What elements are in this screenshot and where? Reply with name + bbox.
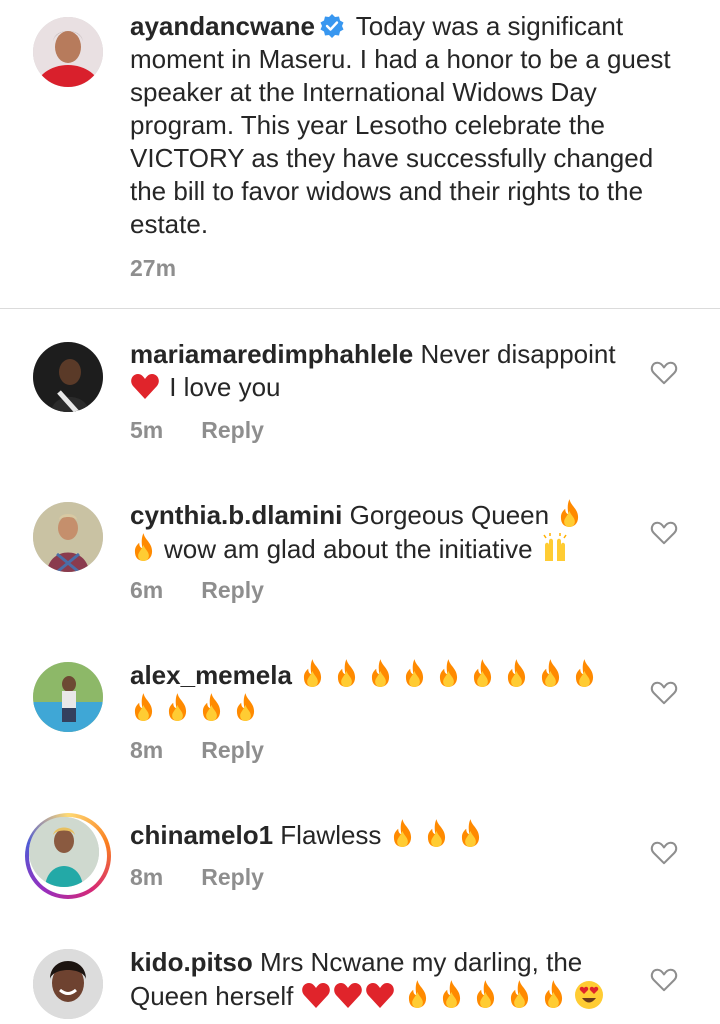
avatar[interactable] <box>33 502 103 572</box>
heart-outline-icon[interactable] <box>650 840 678 866</box>
fire-emoji <box>571 658 598 688</box>
heart-outline-icon[interactable] <box>650 360 678 386</box>
comment-text: kido.pitso Mrs Ncwane my darling, the Qu… <box>130 946 630 1013</box>
post-caption: ayandancwane Today was a significant mom… <box>0 0 720 309</box>
caption-text: ayandancwane Today was a significant mom… <box>130 10 690 241</box>
red-heart-emoji <box>130 372 160 400</box>
fire-emoji <box>540 979 567 1009</box>
comment: cynthia.b.dlamini Gorgeous Queen wow am … <box>0 470 720 620</box>
fire-emoji <box>556 498 583 528</box>
comment-body: Flawless <box>280 820 382 850</box>
comment-text: mariamaredimphahlele Never disappoint I … <box>130 338 630 404</box>
avatar[interactable] <box>33 662 103 732</box>
story-ring[interactable] <box>25 813 111 899</box>
fire-emoji <box>130 692 157 722</box>
fire-emoji <box>438 979 465 1009</box>
reply-button[interactable]: Reply <box>201 577 264 603</box>
comment-meta: 6m Reply <box>130 577 264 604</box>
red-heart-emoji <box>333 981 363 1009</box>
timestamp: 5m <box>130 417 164 443</box>
caption-body: Today was a significant moment in Maseru… <box>130 11 671 239</box>
fire-emoji <box>435 658 462 688</box>
username[interactable]: chinamelo1 <box>130 820 273 850</box>
fire-emoji <box>232 692 259 722</box>
timestamp: 27m <box>130 255 177 281</box>
fire-emoji <box>198 692 225 722</box>
comment-body: Gorgeous Queen <box>349 500 550 530</box>
avatar[interactable] <box>33 342 103 412</box>
fire-emoji <box>333 658 360 688</box>
comment-meta: 5m Reply <box>130 417 264 444</box>
heart-outline-icon[interactable] <box>650 967 678 993</box>
fire-emoji <box>506 979 533 1009</box>
comment-text: chinamelo1 Flawless <box>130 818 630 852</box>
comment: alex_memela 8m Reply <box>0 630 720 780</box>
comment: chinamelo1 Flawless 8m Reply <box>0 790 720 930</box>
username[interactable]: kido.pitso <box>130 947 253 977</box>
fire-emoji <box>472 979 499 1009</box>
comment-body: wow am glad about the initiative <box>164 534 533 564</box>
red-heart-emoji <box>365 981 395 1009</box>
fire-emoji <box>164 692 191 722</box>
fire-emoji <box>389 818 416 848</box>
fire-emoji <box>367 658 394 688</box>
comment-body: Never disappoint <box>420 339 616 369</box>
timestamp: 6m <box>130 577 164 603</box>
comment-body: I love you <box>169 372 281 402</box>
username[interactable]: alex_memela <box>130 660 292 690</box>
avatar[interactable] <box>29 817 99 887</box>
red-heart-emoji <box>301 981 331 1009</box>
fire-emoji <box>457 818 484 848</box>
comment-text: cynthia.b.dlamini Gorgeous Queen wow am … <box>130 498 630 566</box>
raising-hands-emoji <box>540 533 570 563</box>
comment-text: alex_memela <box>130 658 630 726</box>
heart-eyes-emoji <box>574 980 604 1010</box>
heart-outline-icon[interactable] <box>650 680 678 706</box>
comment: kido.pitso Mrs Ncwane my darling, the Qu… <box>0 940 720 1024</box>
reply-button[interactable]: Reply <box>201 737 264 763</box>
timestamp: 8m <box>130 864 164 890</box>
username[interactable]: cynthia.b.dlamini <box>130 500 342 530</box>
verified-badge-icon <box>319 13 345 39</box>
fire-emoji <box>503 658 530 688</box>
username[interactable]: mariamaredimphahlele <box>130 339 413 369</box>
reply-button[interactable]: Reply <box>201 417 264 443</box>
reply-button[interactable]: Reply <box>201 864 264 890</box>
comment-meta: 8m Reply <box>130 864 264 891</box>
comment: mariamaredimphahlele Never disappoint I … <box>0 310 720 460</box>
avatar[interactable] <box>33 17 103 87</box>
fire-emoji <box>404 979 431 1009</box>
fire-emoji <box>423 818 450 848</box>
comment-meta: 8m Reply <box>130 737 264 764</box>
fire-emoji <box>130 532 157 562</box>
avatar[interactable] <box>33 949 103 1019</box>
heart-outline-icon[interactable] <box>650 520 678 546</box>
fire-emoji <box>299 658 326 688</box>
timestamp: 8m <box>130 737 164 763</box>
fire-emoji <box>537 658 564 688</box>
username[interactable]: ayandancwane <box>130 11 315 41</box>
fire-emoji <box>469 658 496 688</box>
fire-emoji <box>401 658 428 688</box>
